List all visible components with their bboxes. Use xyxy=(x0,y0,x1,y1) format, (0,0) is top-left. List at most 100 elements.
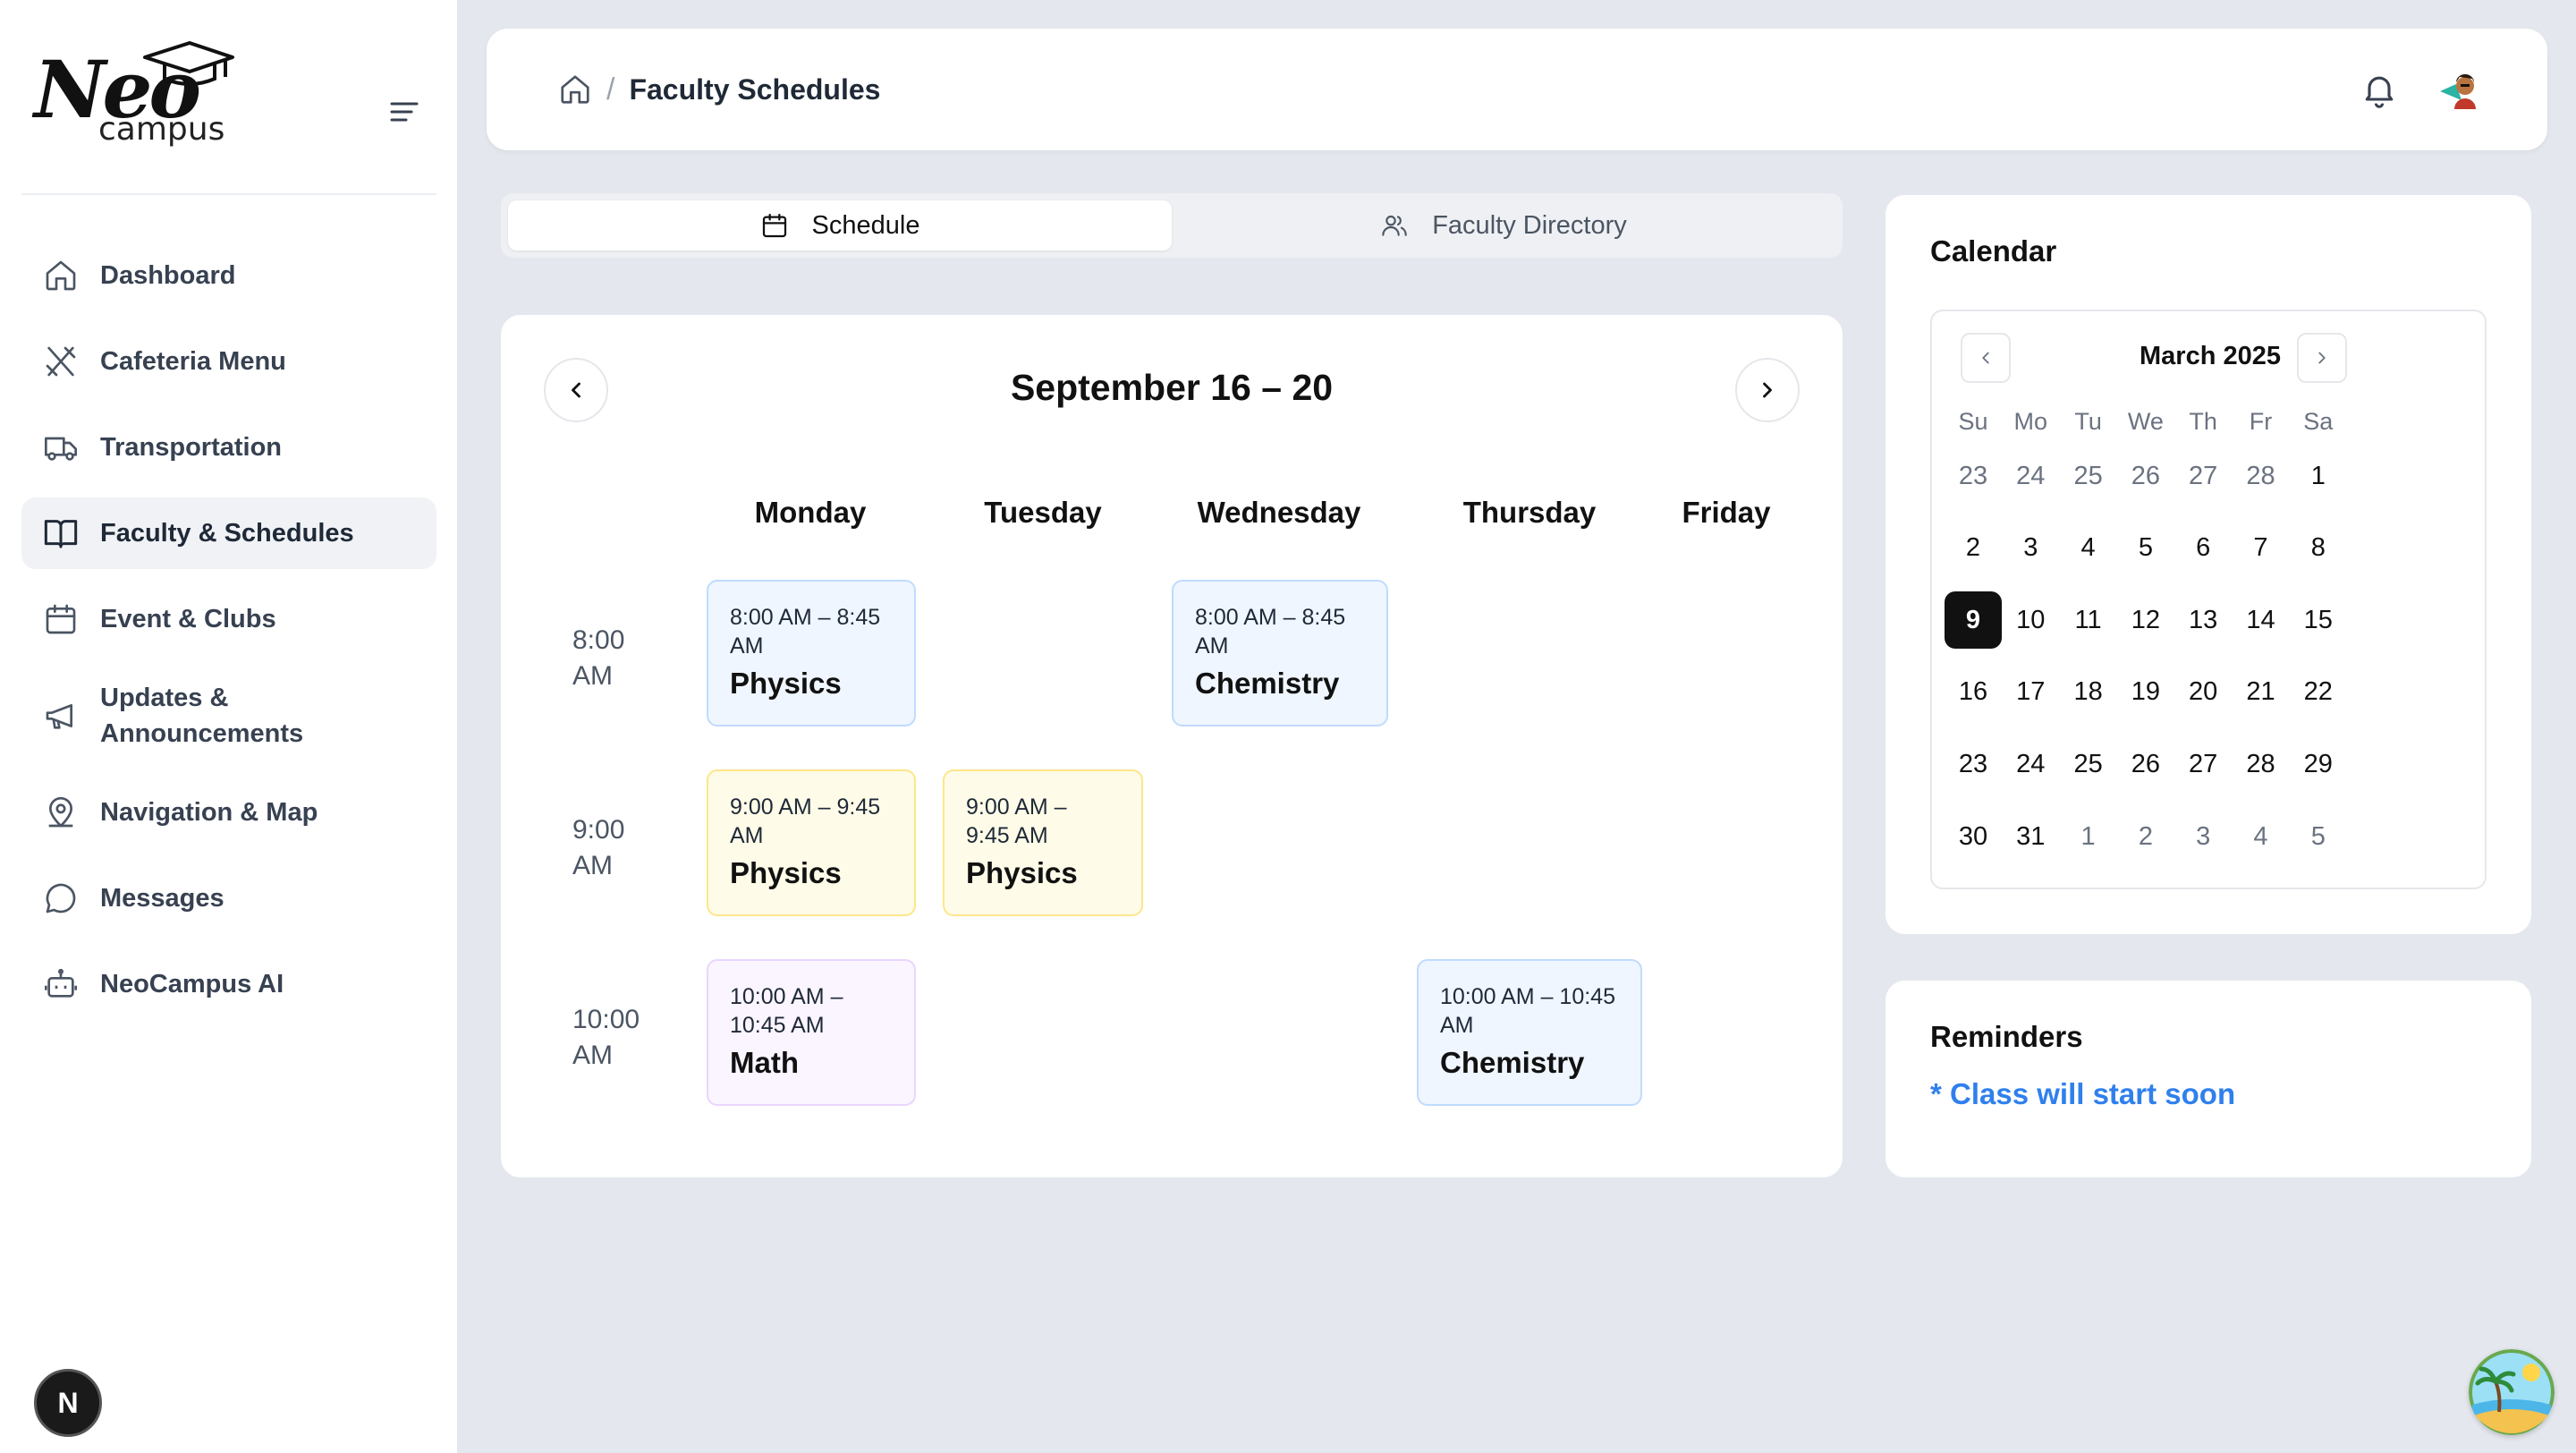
sidebar-item-messages[interactable]: Messages xyxy=(21,862,436,934)
calendar-weekday-label: Mo xyxy=(2013,408,2048,435)
event-time: 9:00 AM – 9:45 xyxy=(730,794,881,820)
event-card[interactable]: 10:00 AM – 10:45 AM Chemistry xyxy=(1417,959,1642,1106)
sidebar-item-label: Navigation & Map xyxy=(100,798,318,827)
calendar-day[interactable]: 24 xyxy=(2002,447,2059,505)
logo-text-campus: campus xyxy=(98,111,225,148)
calendar-day[interactable]: 13 xyxy=(2174,591,2232,649)
calendar-day[interactable]: 23 xyxy=(1945,447,2002,505)
calendar-day[interactable]: 5 xyxy=(2290,808,2347,865)
calendar-day[interactable]: 28 xyxy=(2233,447,2290,505)
calendar-day[interactable]: 2 xyxy=(1945,520,2002,577)
calendar-day[interactable]: 4 xyxy=(2233,808,2290,865)
event-card[interactable]: 10:00 AM – 10:45 AM Math xyxy=(707,959,916,1106)
calendar-day[interactable]: 1 xyxy=(2290,447,2347,505)
calendar-day[interactable]: 28 xyxy=(2233,735,2290,793)
event-card[interactable]: 8:00 AM – 8:45 AM Physics xyxy=(707,580,916,726)
reminders-title: Reminders xyxy=(1930,1020,2083,1053)
calendar-day[interactable]: 11 xyxy=(2060,591,2117,649)
sidebar-item-dashboard[interactable]: Dashboard xyxy=(21,240,436,311)
event-time: AM xyxy=(730,633,764,659)
tab-label: Faculty Directory xyxy=(1432,210,1627,240)
neocampus-logo[interactable]: Neo campus xyxy=(34,38,240,154)
truck-icon xyxy=(45,437,77,461)
calendar-day[interactable]: 23 xyxy=(1945,735,2002,793)
breadcrumb-separator: / xyxy=(606,72,615,106)
calendar-day[interactable]: 26 xyxy=(2117,735,2174,793)
avatar[interactable] xyxy=(2436,64,2487,115)
beach-icon xyxy=(2469,1349,2555,1435)
calendar-card: Calendar March 2025 Su Mo Tu We Th Fr Sa 23 24 25… xyxy=(1885,195,2531,934)
tab-schedule[interactable]: Schedule xyxy=(508,200,1172,251)
calendar-day[interactable]: 7 xyxy=(2233,520,2290,577)
sidebar-item-label: Updates & Announcements xyxy=(100,684,304,748)
calendar-day[interactable]: 19 xyxy=(2117,664,2174,721)
calendar-day[interactable]: 5 xyxy=(2117,520,2174,577)
calendar-day[interactable]: 22 xyxy=(2290,664,2347,721)
calendar-day[interactable]: 16 xyxy=(1945,664,2002,721)
calendar-weekday-label: Sa xyxy=(2303,408,2334,435)
floating-assistant-button[interactable] xyxy=(2469,1349,2555,1435)
event-time: 8:00 AM – 8:45 xyxy=(730,605,881,630)
calendar-day[interactable]: 3 xyxy=(2174,808,2232,865)
calendar-day[interactable]: 12 xyxy=(2117,591,2174,649)
calendar-day[interactable]: 24 xyxy=(2002,735,2059,793)
calendar-day[interactable]: 25 xyxy=(2060,447,2117,505)
calendar-day[interactable]: 27 xyxy=(2174,447,2232,505)
calendar-day[interactable]: 14 xyxy=(2233,591,2290,649)
calendar-day[interactable]: 25 xyxy=(2060,735,2117,793)
breadcrumb: / Faculty Schedules xyxy=(558,68,880,111)
event-time: AM xyxy=(1195,633,1229,659)
framework-badge[interactable]: N xyxy=(34,1369,102,1437)
bell-icon[interactable] xyxy=(2360,70,2399,109)
calendar-day[interactable]: 15 xyxy=(2290,591,2347,649)
calendar-day[interactable]: 17 xyxy=(2002,664,2059,721)
sidebar-item-label: Transportation xyxy=(100,433,283,462)
event-card[interactable]: 9:00 AM – 9:45 AM Physics xyxy=(707,769,916,916)
calendar-day[interactable]: 31 xyxy=(2002,808,2059,865)
sidebar-item-navigation-map[interactable]: Navigation & Map xyxy=(21,777,436,848)
home-icon[interactable] xyxy=(558,72,592,106)
event-time: AM xyxy=(730,823,764,848)
next-month-button[interactable] xyxy=(2297,333,2347,383)
sidebar-item-events-clubs[interactable]: Event & Clubs xyxy=(21,583,436,655)
sidebar-item-label: Dashboard xyxy=(100,261,236,290)
sidebar-item-cafeteria[interactable]: Cafeteria Menu xyxy=(21,326,436,397)
calendar-day[interactable]: 10 xyxy=(2002,591,2059,649)
calendar-day[interactable]: 30 xyxy=(1945,808,2002,865)
chevron-right-icon xyxy=(1763,382,1772,398)
calendar-day[interactable]: 4 xyxy=(2060,520,2117,577)
calendar-title: Calendar xyxy=(1930,234,2057,268)
tab-faculty-directory[interactable]: Faculty Directory xyxy=(1172,200,1835,251)
calendar-day[interactable]: 27 xyxy=(2174,735,2232,793)
calendar-day[interactable]: 21 xyxy=(2233,664,2290,721)
event-card[interactable]: 9:00 AM – 9:45 AM Physics xyxy=(943,769,1143,916)
sidebar-item-label: Event & Clubs xyxy=(100,605,276,633)
sidebar-item-transportation[interactable]: Transportation xyxy=(21,412,436,483)
next-week-button[interactable] xyxy=(1735,358,1800,422)
calendar-day[interactable]: 20 xyxy=(2174,664,2232,721)
calendar-day-selected[interactable]: 9 xyxy=(1945,591,2002,650)
sidebar-item-neocampus-ai[interactable]: NeoCampus AI xyxy=(21,948,436,1020)
calendar-day[interactable]: 6 xyxy=(2174,520,2232,577)
calendar-day[interactable]: 26 xyxy=(2117,447,2174,505)
event-card[interactable]: 8:00 AM – 8:45 AM Chemistry xyxy=(1172,580,1388,726)
calendar-day[interactable]: 8 xyxy=(2290,520,2347,577)
calendar-day[interactable]: 18 xyxy=(2060,664,2117,721)
calendar-day[interactable]: 2 xyxy=(2117,808,2174,865)
menu-toggle-icon[interactable] xyxy=(388,98,420,125)
calendar-weekday-label: Fr xyxy=(2249,408,2273,435)
event-time: 10:00 AM – 10:45 xyxy=(1440,984,1615,1009)
time-label-9am: 9:00 AM xyxy=(572,815,625,880)
user-avatar-icon xyxy=(2436,64,2487,115)
day-header-thursday: Thursday xyxy=(1462,496,1597,529)
calendar-day[interactable]: 29 xyxy=(2290,735,2347,793)
day-header-wednesday: Wednesday xyxy=(1197,496,1361,529)
sidebar-item-faculty-schedules[interactable]: Faculty & Schedules xyxy=(21,497,436,569)
reminder-item[interactable]: * Class will start soon xyxy=(1930,1077,2235,1111)
sidebar-item-updates-announcements[interactable]: Updates & Announcements xyxy=(21,669,436,762)
calendar-day[interactable]: 1 xyxy=(2060,808,2117,865)
event-title: Math xyxy=(730,1046,799,1079)
calendar-day[interactable]: 3 xyxy=(2002,520,2059,577)
event-title: Physics xyxy=(730,667,842,700)
map-pin-icon xyxy=(48,796,73,828)
